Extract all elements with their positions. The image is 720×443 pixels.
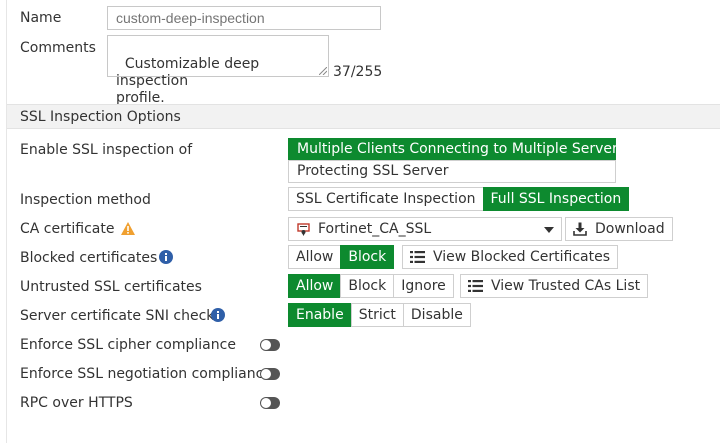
- view-trusted-label: View Trusted CAs List: [491, 278, 641, 294]
- rpc-over-https-label: RPC over HTTPS: [20, 395, 133, 411]
- untrusted-ssl-segment: Allow Block Ignore: [288, 274, 454, 298]
- download-button[interactable]: Download: [565, 217, 673, 241]
- option-certificate-inspection[interactable]: SSL Certificate Inspection: [288, 187, 484, 211]
- list-icon: [468, 280, 483, 292]
- name-label: Name: [20, 10, 62, 26]
- negotiation-compliance-toggle[interactable]: [260, 368, 280, 380]
- option-multiple-clients[interactable]: Multiple Clients Connecting to Multiple …: [288, 138, 625, 161]
- option-untrusted-allow[interactable]: Allow: [288, 274, 342, 298]
- view-blocked-certificates-button[interactable]: View Blocked Certificates: [402, 245, 619, 269]
- comments-counter: 37/255: [333, 64, 383, 80]
- option-untrusted-block[interactable]: Block: [340, 274, 395, 298]
- chevron-down-icon: [544, 227, 554, 233]
- enable-ssl-segment: Multiple Clients Connecting to Multiple …: [288, 138, 625, 183]
- rpc-over-https-toggle[interactable]: [260, 397, 280, 409]
- section-title: SSL Inspection Options: [20, 109, 181, 125]
- option-sni-enable[interactable]: Enable: [288, 303, 352, 327]
- option-blocked-allow[interactable]: Allow: [288, 245, 342, 269]
- enable-ssl-options: Multiple Clients Connecting to Multiple …: [288, 138, 625, 183]
- comments-textarea[interactable]: Customizable deep inspection profile.: [107, 35, 329, 106]
- inspection-method-segment: SSL Certificate Inspection Full SSL Insp…: [288, 187, 630, 211]
- option-sni-strict[interactable]: Strict: [350, 303, 404, 327]
- info-icon[interactable]: [211, 308, 225, 322]
- ca-certificate-select[interactable]: Fortinet_CA_SSL: [288, 217, 562, 241]
- comments-label: Comments: [20, 40, 96, 56]
- download-label: Download: [595, 221, 665, 237]
- option-full-ssl-inspection[interactable]: Full SSL Inspection: [482, 187, 630, 211]
- view-blocked-label: View Blocked Certificates: [433, 249, 611, 265]
- blocked-certificates-label: Blocked certificates: [20, 250, 158, 266]
- list-icon: [410, 251, 425, 263]
- cipher-compliance-label: Enforce SSL cipher compliance: [20, 337, 236, 353]
- blocked-certificates-segment: Allow Block: [288, 245, 395, 269]
- sni-check-segment: Enable Strict Disable: [288, 303, 471, 327]
- ca-certificate-value: Fortinet_CA_SSL: [318, 221, 432, 237]
- option-protecting-ssl-server[interactable]: Protecting SSL Server: [288, 160, 616, 183]
- certificate-icon: [297, 222, 310, 236]
- name-input[interactable]: [107, 6, 381, 30]
- toggle-knob: [261, 340, 271, 350]
- negotiation-compliance-label: Enforce SSL negotiation compliance: [20, 366, 272, 382]
- enable-ssl-label: Enable SSL inspection of: [20, 142, 193, 158]
- ssl-section-header: SSL Inspection Options: [7, 104, 720, 129]
- option-blocked-block[interactable]: Block: [340, 245, 395, 269]
- toggle-knob: [261, 369, 271, 379]
- toggle-knob: [261, 398, 271, 408]
- inspection-method-label: Inspection method: [20, 192, 151, 208]
- resize-handle-icon[interactable]: [319, 67, 327, 75]
- untrusted-ssl-label: Untrusted SSL certificates: [20, 279, 202, 295]
- info-icon[interactable]: [159, 250, 173, 264]
- view-trusted-cas-button[interactable]: View Trusted CAs List: [460, 274, 649, 298]
- option-sni-disable[interactable]: Disable: [402, 303, 471, 327]
- warning-icon: [121, 222, 135, 235]
- download-icon: [573, 222, 587, 236]
- cipher-compliance-toggle[interactable]: [260, 339, 280, 351]
- ca-certificate-label: CA certificate: [20, 221, 115, 237]
- option-untrusted-ignore[interactable]: Ignore: [393, 274, 454, 298]
- sni-check-label: Server certificate SNI check: [20, 308, 215, 324]
